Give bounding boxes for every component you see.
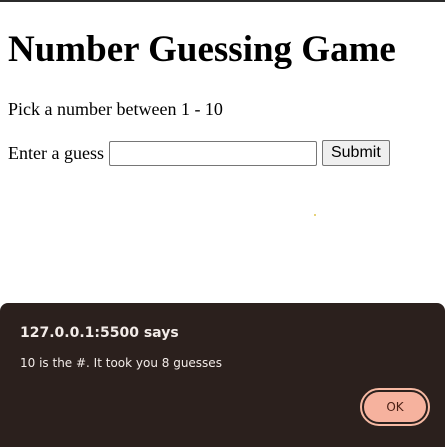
alert-dialog: 127.0.0.1:5500 says 10 is the #. It took… xyxy=(0,303,445,447)
ok-button-focus-ring: OK xyxy=(360,388,430,426)
dialog-title: 127.0.0.1:5500 says xyxy=(20,325,179,341)
instructions-text: Pick a number between 1 - 10 xyxy=(8,99,223,119)
guess-label: Enter a guess xyxy=(8,143,104,163)
submit-button[interactable]: Submit xyxy=(321,140,390,166)
cursor-speck xyxy=(314,214,316,216)
page-title: Number Guessing Game xyxy=(8,29,396,70)
guess-input[interactable] xyxy=(108,140,317,166)
ok-button[interactable]: OK xyxy=(364,392,426,422)
guess-form: Enter a guess Submit xyxy=(8,140,390,166)
dialog-message: 10 is the #. It took you 8 guesses xyxy=(20,356,222,370)
